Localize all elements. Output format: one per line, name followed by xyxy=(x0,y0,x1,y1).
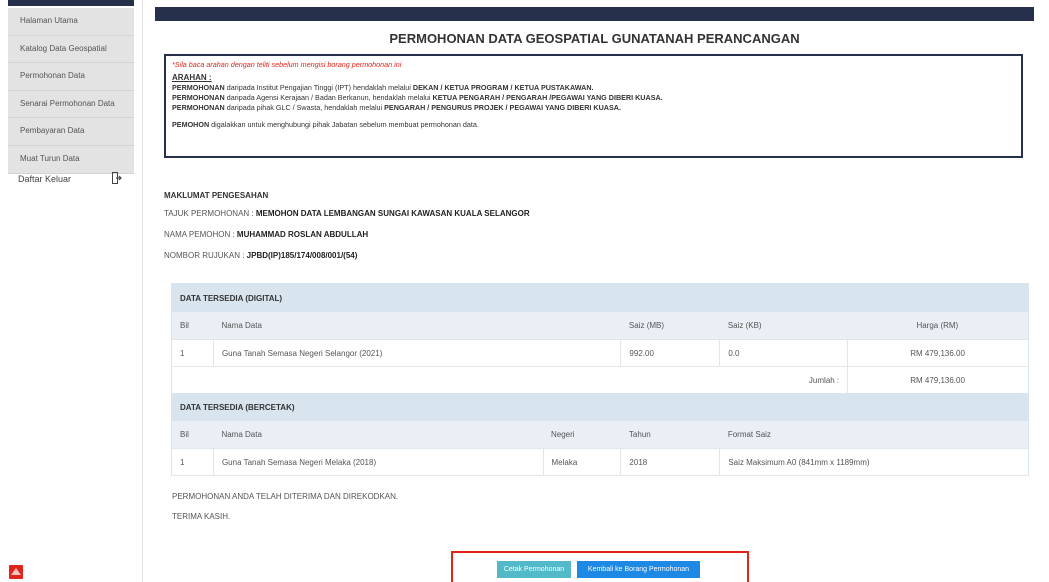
table-header-row: Bil Nama Data Negeri Tahun Format Saiz xyxy=(171,421,1029,449)
sidebar-top-strip xyxy=(8,0,134,6)
arahan-line-pemohon: PEMOHON digalakkan untuk menghubungi pih… xyxy=(172,120,479,129)
footer-message: PERMOHONAN ANDA TELAH DITERIMA DAN DIREK… xyxy=(172,492,398,532)
cetak-permohonan-button[interactable]: Cetak Permohonan xyxy=(497,561,571,578)
table-row: 1 Guna Tanah Semasa Negeri Melaka (2018)… xyxy=(171,448,1029,476)
maklumat-pengesahan: MAKLUMAT PENGESAHAN TAJUK PERMOHONAN : M… xyxy=(164,191,530,272)
sign-out-icon xyxy=(112,172,122,184)
maklumat-title: MAKLUMAT PENGESAHAN xyxy=(164,191,269,200)
arahan-title: ARAHAN : xyxy=(172,73,212,82)
sidebar-item-halaman-utama[interactable]: Halaman Utama xyxy=(8,8,134,36)
sidebar-menu: Halaman Utama Katalog Data Geospatial Pe… xyxy=(8,8,134,174)
logout-label: Daftar Keluar xyxy=(18,174,72,184)
kembali-borang-button[interactable]: Kembali ke Borang Permohonan xyxy=(577,561,700,578)
sidebar-item-katalog-data[interactable]: Katalog Data Geospatial xyxy=(8,36,134,64)
arahan-note: *Sila baca arahan dengan teliti sebelum … xyxy=(172,60,402,69)
sidebar-item-permohonan-data[interactable]: Permohonan Data xyxy=(8,63,134,91)
footer-line-received: PERMOHONAN ANDA TELAH DITERIMA DAN DIREK… xyxy=(172,492,399,501)
section-bercetak-header: DATA TERSEDIA (BERCETAK) xyxy=(171,393,1029,421)
page-title: PERMOHONAN DATA GEOSPATIAL GUNATANAH PER… xyxy=(389,31,800,46)
table-header-row: Bil Nama Data Saiz (MB) Saiz (KB) Harga … xyxy=(171,312,1029,340)
arahan-line-glc: PERMOHONAN daripada pihak GLC / Swasta, … xyxy=(172,103,621,112)
arahan-box: *Sila baca arahan dengan teliti sebelum … xyxy=(164,54,1023,158)
total-row: Jumlah : RM 479,136.00 xyxy=(171,366,1029,393)
header-bar xyxy=(155,7,1034,21)
footer-line-thanks: TERIMA KASIH. xyxy=(172,512,231,521)
main-content: PERMOHONAN DATA GEOSPATIAL GUNATANAH PER… xyxy=(155,0,1049,582)
browser-logo-icon xyxy=(9,565,23,579)
arahan-line-agensi: PERMOHONAN daripada Agensi Kerajaan / Ba… xyxy=(172,93,663,102)
tajuk-permohonan: TAJUK PERMOHONAN : MEMOHON DATA LEMBANGA… xyxy=(164,209,530,218)
data-table-wrap: DATA TERSEDIA (DIGITAL) Bil Nama Data Sa… xyxy=(171,283,1029,476)
button-highlight-box: Cetak Permohonan Kembali ke Borang Permo… xyxy=(451,551,749,582)
sidebar: Halaman Utama Katalog Data Geospatial Pe… xyxy=(0,0,143,582)
table-row: 1 Guna Tanah Semasa Negeri Selangor (202… xyxy=(171,339,1029,367)
sidebar-item-senarai-permohonan[interactable]: Senarai Permohonan Data xyxy=(8,91,134,119)
nama-pemohon: NAMA PEMOHON : MUHAMMAD ROSLAN ABDULLAH xyxy=(164,230,369,239)
data-table: DATA TERSEDIA (DIGITAL) Bil Nama Data Sa… xyxy=(171,283,1029,476)
sidebar-item-pembayaran-data[interactable]: Pembayaran Data xyxy=(8,118,134,146)
section-digital-header: DATA TERSEDIA (DIGITAL) xyxy=(171,283,1029,312)
nombor-rujukan: NOMBOR RUJUKAN : JPBD(IP)185/174/008/001… xyxy=(164,251,358,260)
arahan-line-ipt: PERMOHONAN daripada Institut Pengajian T… xyxy=(172,83,594,92)
logout-link[interactable]: Daftar Keluar xyxy=(8,168,134,190)
